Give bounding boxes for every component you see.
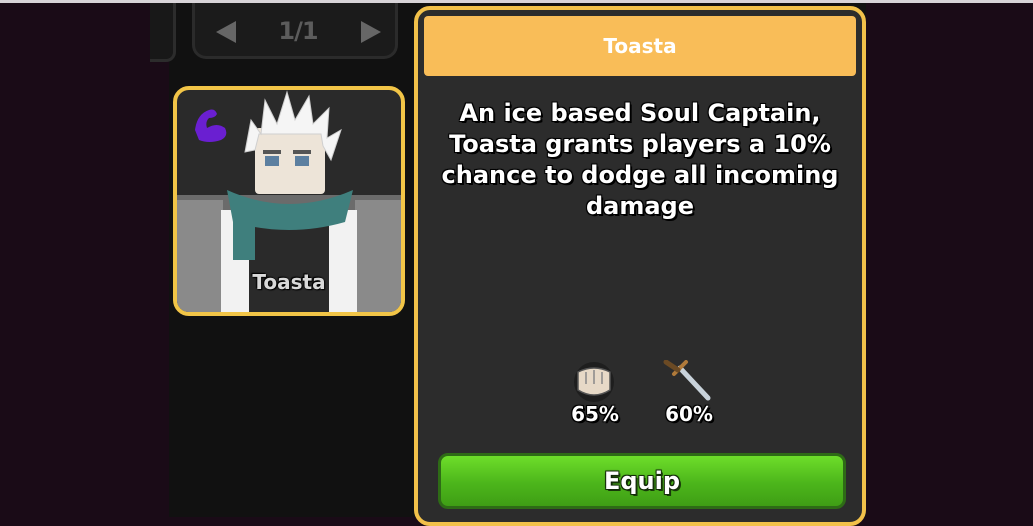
next-page-arrow-icon[interactable] <box>361 21 381 43</box>
pager: 1/1 <box>192 3 398 59</box>
left-letterbox <box>0 3 169 517</box>
fist-icon <box>574 362 614 402</box>
stat-strength-value: 65% <box>571 402 619 426</box>
stat-strength: 65% <box>560 360 630 430</box>
stat-agility: 60% <box>654 360 724 430</box>
page-indicator: 1/1 <box>278 17 318 45</box>
dagger-icon <box>663 360 711 401</box>
stat-agility-value: 60% <box>665 402 713 426</box>
equip-button-label: Equip <box>603 467 681 495</box>
info-title: Toasta <box>603 34 677 58</box>
equip-button[interactable]: Equip <box>438 453 846 509</box>
info-header: Toasta <box>424 16 856 76</box>
character-description: An ice based Soul Captain, Toasta grants… <box>441 99 839 220</box>
right-letterbox <box>866 3 1033 517</box>
character-card-toasta[interactable]: Toasta <box>173 86 405 316</box>
character-info-panel: Toasta An ice based Soul Captain, Toasta… <box>414 6 866 526</box>
character-card-name: Toasta <box>252 270 326 294</box>
flexed-arm-icon <box>195 109 227 142</box>
prev-page-arrow-icon[interactable] <box>216 21 236 43</box>
side-tab[interactable] <box>150 3 176 62</box>
